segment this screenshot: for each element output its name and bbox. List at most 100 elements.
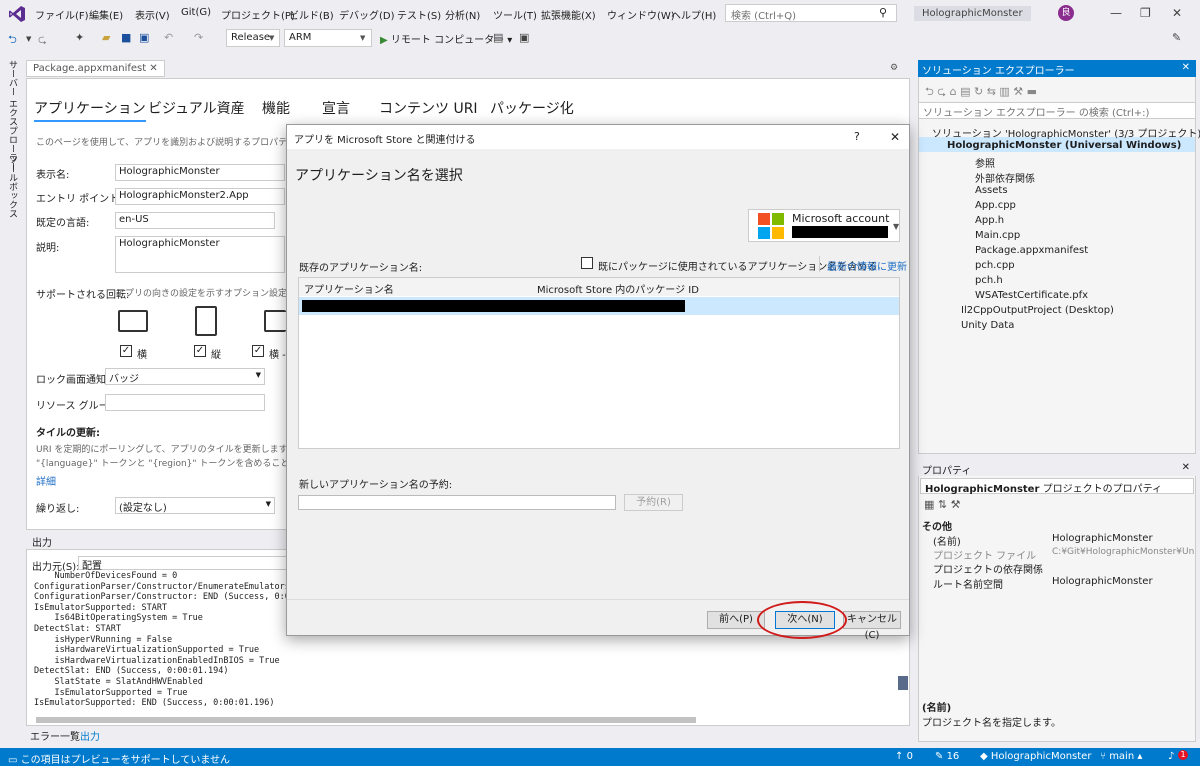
- lock-screen-select[interactable]: バッジ ▼: [105, 368, 265, 385]
- feedback-icon[interactable]: ✎: [1172, 31, 1181, 44]
- close-icon[interactable]: ✕: [149, 63, 157, 74]
- toolbar-icon[interactable]: ▤: [493, 31, 503, 44]
- properties-object-select[interactable]: HolographicMonster プロジェクトのプロパティ: [920, 478, 1194, 495]
- help-icon[interactable]: ?: [854, 130, 860, 143]
- tree-app-cpp[interactable]: App.cpp: [975, 200, 1016, 211]
- recurrence-select[interactable]: (設定なし) ▼: [115, 497, 275, 514]
- menu-debug[interactable]: デバッグ(D): [339, 7, 395, 22]
- gear-icon[interactable]: ⚙: [890, 63, 898, 73]
- prop-row-namespace-value[interactable]: HolographicMonster: [1052, 576, 1153, 587]
- column-package-id[interactable]: Microsoft Store 内のパッケージ ID: [537, 281, 699, 296]
- tile-update-desc-1: URI を定期的にポーリングして、アプリのタイルを更新します。URI テ: [36, 445, 324, 455]
- tab-packaging[interactable]: パッケージ化: [490, 98, 574, 118]
- tree-package-manifest[interactable]: Package.appxmanifest: [975, 245, 1088, 256]
- status-up-count[interactable]: ↑ 0: [895, 751, 913, 762]
- document-tab[interactable]: Package.appxmanifest ✕: [26, 60, 165, 77]
- toolbox-tab[interactable]: ツールボックス: [6, 155, 19, 218]
- prop-row-name-value[interactable]: HolographicMonster: [1052, 533, 1153, 544]
- status-branch[interactable]: ⑂ main ▴: [1100, 751, 1142, 762]
- save-icon[interactable]: ■: [121, 31, 131, 44]
- open-folder-icon[interactable]: ▰: [102, 31, 110, 44]
- properties-object-name: HolographicMonster: [925, 484, 1040, 495]
- tree-app-h[interactable]: App.h: [975, 215, 1004, 226]
- tab-declarations[interactable]: 宣言: [322, 98, 350, 118]
- details-link[interactable]: 詳細: [36, 473, 56, 488]
- tree-project-holographic[interactable]: HolographicMonster (Universal Windows): [947, 140, 1181, 151]
- se-toolbar-icons[interactable]: ⮌ ⮎ ⌂ ▤ ↻ ⇆ ▥ ⚒ ▬: [925, 83, 1037, 102]
- rotation-portrait-checkbox[interactable]: ✓: [194, 345, 206, 357]
- screenshot-icon[interactable]: ▣: [519, 31, 529, 44]
- status-edit-count[interactable]: ✎ 16: [935, 751, 959, 762]
- menu-git[interactable]: Git(G): [181, 7, 211, 18]
- solution-explorer-search[interactable]: ソリューション エクスプローラー の検索 (Ctrl+:): [918, 102, 1196, 119]
- menu-analyze[interactable]: 分析(N): [445, 7, 480, 22]
- tree-unity-data[interactable]: Unity Data: [961, 320, 1014, 331]
- back-icon[interactable]: ⮌: [8, 31, 17, 50]
- minimize-icon[interactable]: —: [1110, 6, 1122, 20]
- language-field[interactable]: en-US: [115, 212, 275, 229]
- restore-icon[interactable]: ❐: [1140, 6, 1151, 20]
- tree-pch-h[interactable]: pch.h: [975, 275, 1003, 286]
- tab-capabilities[interactable]: 機能: [262, 98, 290, 118]
- output-scrollbar-thumb[interactable]: [898, 676, 908, 690]
- undo-icon[interactable]: ↶: [164, 31, 173, 44]
- tab-visual-assets[interactable]: ビジュアル資産: [148, 98, 245, 118]
- menu-build[interactable]: ビルド(B): [289, 7, 334, 22]
- avatar[interactable]: 良: [1058, 5, 1074, 21]
- output-horizontal-scrollbar[interactable]: [36, 717, 696, 723]
- tab-error-list[interactable]: エラー一覧: [30, 728, 80, 743]
- solution-name-badge: HolographicMonster: [914, 6, 1031, 21]
- menu-window[interactable]: ウィンドウ(W): [607, 7, 675, 22]
- description-field[interactable]: HolographicMonster: [115, 236, 285, 273]
- reserve-button[interactable]: 予約(R): [624, 494, 683, 511]
- entry-point-field[interactable]: HolographicMonster2.App: [115, 188, 285, 205]
- properties-category[interactable]: その他: [922, 518, 952, 533]
- tree-solution[interactable]: ソリューション 'HolographicMonster' (3/3 プロジェクト…: [932, 125, 1200, 140]
- entry-point-label: エントリ ポイント:: [36, 194, 123, 205]
- display-name-field[interactable]: HolographicMonster: [115, 164, 285, 181]
- tree-references[interactable]: 参照: [975, 155, 995, 170]
- tree-certificate[interactable]: WSATestCertificate.pfx: [975, 290, 1088, 301]
- resource-group-field[interactable]: [105, 394, 265, 411]
- visual-studio-logo-icon: [9, 6, 25, 22]
- close-icon[interactable]: ✕: [1182, 462, 1190, 473]
- new-project-icon[interactable]: ✦: [75, 31, 84, 44]
- tree-external-deps[interactable]: 外部依存関係: [975, 170, 1035, 185]
- menu-edit[interactable]: 編集(E): [89, 7, 123, 22]
- close-window-icon[interactable]: ✕: [1172, 6, 1182, 20]
- tab-content-uri[interactable]: コンテンツ URI: [379, 98, 478, 118]
- chevron-down-icon[interactable]: ▼: [26, 35, 31, 43]
- tree-main-cpp[interactable]: Main.cpp: [975, 230, 1020, 241]
- forward-icon[interactable]: ⮎: [38, 31, 47, 50]
- save-all-icon[interactable]: ▣: [139, 31, 149, 44]
- status-repo[interactable]: ◆ HolographicMonster: [980, 751, 1091, 762]
- tree-pch-cpp[interactable]: pch.cpp: [975, 260, 1015, 271]
- rotation-landscape-checkbox[interactable]: ✓: [120, 345, 132, 357]
- redo-icon[interactable]: ↷: [194, 31, 203, 44]
- menu-project[interactable]: プロジェクト(P): [221, 7, 295, 22]
- menu-tools[interactable]: ツール(T): [493, 7, 537, 22]
- output-source-select[interactable]: 配置: [78, 556, 293, 572]
- tab-application[interactable]: アプリケーション: [34, 98, 146, 122]
- column-app-name[interactable]: アプリケーション名: [304, 281, 394, 296]
- properties-toolbar-icons[interactable]: ▦ ⇅ ⚒: [924, 498, 960, 511]
- close-icon[interactable]: ✕: [890, 130, 900, 144]
- menu-help[interactable]: ヘルプ(H): [671, 7, 716, 22]
- close-icon[interactable]: ✕: [1182, 62, 1190, 73]
- cancel-button[interactable]: キャンセル(C): [843, 611, 901, 641]
- include-used-names-checkbox[interactable]: [581, 257, 593, 269]
- menu-test[interactable]: テスト(S): [397, 7, 441, 22]
- menu-extensions[interactable]: 拡張機能(X): [541, 7, 596, 22]
- tree-il2cpp-project[interactable]: Il2CppOutputProject (Desktop): [961, 305, 1114, 316]
- refresh-link[interactable]: 最新の情報に更新: [827, 258, 907, 273]
- bell-icon[interactable]: ♪: [1168, 751, 1174, 762]
- menu-view[interactable]: 表示(V): [135, 7, 170, 22]
- search-input[interactable]: 検索 (Ctrl+Q): [725, 4, 897, 22]
- tile-update-heading: タイルの更新:: [36, 428, 100, 439]
- tab-output[interactable]: 出力: [80, 728, 100, 743]
- menu-file[interactable]: ファイル(F): [35, 7, 89, 22]
- rotation-landscape-flipped-checkbox[interactable]: ✓: [252, 345, 264, 357]
- platform-select[interactable]: ARM: [284, 29, 372, 47]
- new-app-name-input[interactable]: [298, 495, 616, 510]
- tree-assets[interactable]: Assets: [975, 185, 1008, 196]
